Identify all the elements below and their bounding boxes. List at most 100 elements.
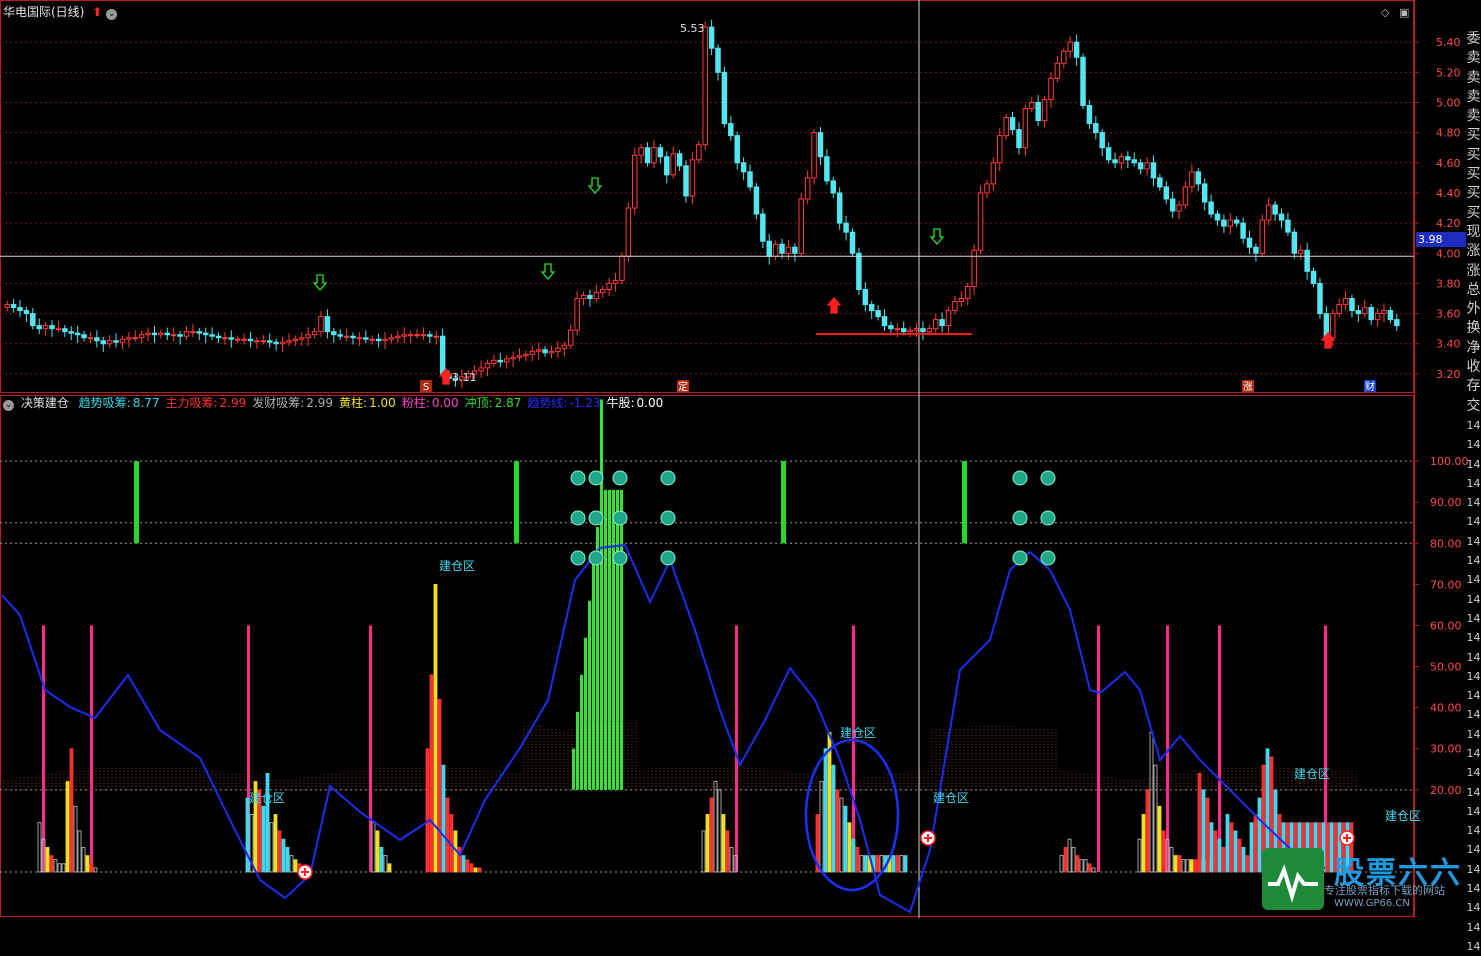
volume-bar — [835, 789, 840, 873]
candle-body — [1349, 298, 1355, 312]
signal-bar — [134, 461, 139, 544]
candle-body — [491, 359, 497, 364]
candle-body — [548, 350, 555, 354]
volume-bar — [863, 855, 868, 873]
candle-body — [433, 335, 439, 338]
candle-body — [260, 340, 267, 343]
price-tick-label: 4.60 — [1436, 157, 1461, 170]
candle-body — [696, 144, 702, 161]
price-tick-label: 5.40 — [1436, 36, 1461, 49]
side-label: 14 — [1466, 418, 1481, 432]
candle-body — [1003, 117, 1009, 137]
volume-bar — [289, 855, 294, 873]
candle-body — [728, 123, 734, 137]
side-data-panel[interactable]: 委卖卖卖卖买买买买买现涨涨总外换净收存交 14 14 14 14 14 14 14 14 14 14… — [1466, 30, 1481, 956]
candle-body — [350, 335, 356, 339]
volume-bar — [859, 855, 864, 873]
candle-body — [1394, 319, 1400, 327]
side-label: 14 — [1466, 534, 1481, 548]
side-label: 14 — [1466, 457, 1481, 471]
candle-body — [1061, 50, 1067, 64]
cluster-bar — [604, 489, 607, 790]
price-tick-label: 3.20 — [1436, 368, 1461, 381]
collapse-icon[interactable]: ⌄ — [3, 400, 14, 411]
cluster-bar — [580, 674, 583, 790]
volume-bar — [847, 822, 852, 873]
cluster-bar — [612, 489, 615, 790]
chart-canvas[interactable]: 5.40 5.20 5.00 4.80 4.60 4.40 4.20 4.00 3.80 3.60… — [0, 0, 1481, 918]
candle-body — [1330, 313, 1336, 339]
top-signal-icon — [660, 510, 676, 526]
candle-body — [42, 325, 49, 330]
volume-bar — [903, 855, 908, 873]
signal-bar — [781, 461, 786, 544]
watermark-slogan: 专注股票指标下载的网站 — [1324, 884, 1445, 897]
indicator-value: 2.87 — [494, 396, 522, 410]
candle-body — [1265, 204, 1272, 221]
candle-body — [830, 180, 837, 194]
volume-bar — [891, 855, 896, 873]
pink-marker — [90, 625, 93, 872]
volume-bar — [1059, 855, 1064, 873]
volume-bar — [1177, 855, 1182, 873]
volume-bar — [445, 797, 450, 873]
candle-body — [651, 147, 657, 164]
side-label: 买 — [1466, 166, 1481, 183]
red-up-arrow-icon[interactable]: ⬆ — [92, 5, 102, 19]
candle-body — [1298, 249, 1304, 254]
candle-body — [17, 307, 23, 312]
cluster-bar — [572, 748, 575, 790]
candle-body — [632, 154, 638, 209]
candle-body — [267, 340, 273, 343]
candle-body — [222, 337, 228, 340]
candle-body — [299, 337, 305, 340]
candle-body — [945, 310, 952, 327]
side-label: 14 — [1466, 785, 1481, 799]
badge-text: S — [423, 382, 429, 393]
zone-label: 建仓区 — [439, 559, 475, 573]
top-signal-icon — [612, 550, 628, 566]
candle-body — [587, 294, 593, 300]
side-label: 14 — [1466, 939, 1481, 953]
volume-bar — [1141, 814, 1146, 873]
candle-body — [1195, 171, 1202, 185]
indicator-label: 趋势吸筹 — [78, 396, 127, 410]
chevron-down-icon[interactable]: ⌄ — [106, 9, 118, 20]
side-label: 涨 — [1466, 243, 1481, 260]
cluster-bar — [576, 711, 579, 790]
candle-body — [414, 334, 420, 337]
side-label: 买 — [1466, 146, 1481, 163]
pink-marker — [1218, 625, 1221, 872]
volume-bar — [1091, 867, 1096, 873]
candle-body — [1118, 156, 1125, 164]
side-label: 涨 — [1466, 262, 1481, 279]
pink-marker — [735, 625, 738, 872]
volume-bar — [1257, 797, 1262, 873]
candle-body — [1285, 219, 1291, 233]
top-signal-icon — [1040, 470, 1056, 486]
candle-body — [932, 319, 939, 330]
window-toggle-icon[interactable]: ▣ — [1399, 6, 1409, 19]
candle-body — [23, 310, 30, 315]
indicator-tick-label: 20.00 — [1430, 784, 1462, 797]
indicator-label: 牛股 — [606, 396, 631, 410]
stock-chart-window[interactable]: 5.40 5.20 5.00 4.80 4.60 4.40 4.20 4.00 3.80 3.60… — [0, 0, 1481, 953]
candle-body — [36, 325, 42, 330]
indicator-value: 1.00 — [369, 396, 396, 410]
indicator-label: 黄柱 — [339, 396, 364, 410]
candle-body — [286, 340, 292, 343]
candle-body — [407, 334, 414, 337]
badge-text: 财 — [1365, 380, 1375, 393]
candle-body — [497, 359, 504, 363]
candle-body — [1387, 310, 1394, 321]
candle-body — [382, 338, 388, 342]
diamond-icon[interactable]: ◇ — [1381, 6, 1389, 19]
candle-body — [804, 177, 811, 200]
candle-body — [766, 240, 772, 257]
indicator-tick-label: 90.00 — [1430, 496, 1462, 509]
indicator-item: 趋势线: -1.23 — [527, 396, 601, 410]
candle-body — [1189, 171, 1195, 188]
indicator-name[interactable]: 决策建仓 — [21, 396, 69, 410]
side-label: 卖 — [1466, 50, 1481, 67]
volume-bar — [1145, 789, 1150, 873]
